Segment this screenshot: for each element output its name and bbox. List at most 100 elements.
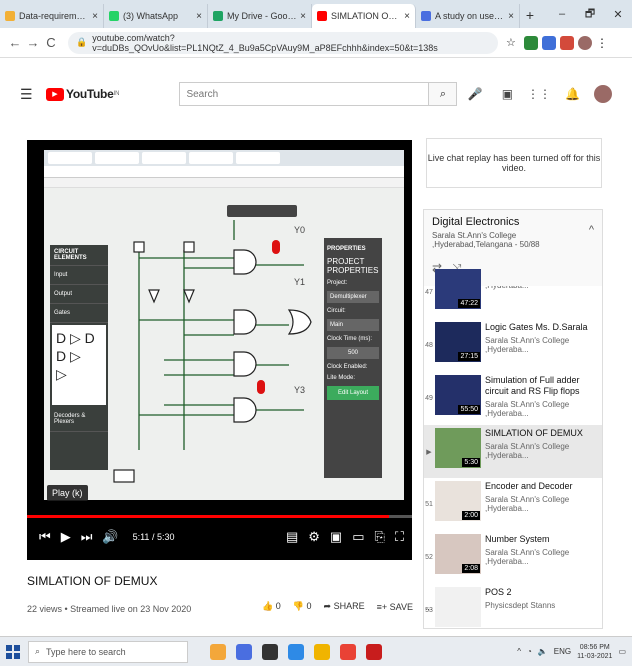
- close-tab-icon[interactable]: ×: [196, 11, 202, 22]
- playlist-item[interactable]: 49 55:50 Simulation of Full adder circuit …: [424, 372, 602, 425]
- playlist-item-info: SIMLATION OF DEMUX Sarala St.Ann's Colleg…: [485, 428, 599, 460]
- volume-icon[interactable]: 🔊: [102, 529, 118, 545]
- playlist-title[interactable]: Digital Electronics: [432, 216, 594, 228]
- browser-tab[interactable]: (3) WhatsApp ×: [104, 4, 208, 28]
- new-tab-button[interactable]: +: [520, 4, 540, 28]
- taskbar-app-icon[interactable]: [314, 643, 330, 660]
- player-right-controls: ▤ ⚙ ▣ ▭ ⎘ ⛶: [286, 529, 404, 545]
- video-thumbnail[interactable]: 47:22: [435, 269, 481, 309]
- video-thumbnail[interactable]: 55:50: [435, 375, 481, 415]
- playlist-item-channel: Sarala St.Ann's College ,Hyderaba...: [485, 400, 570, 418]
- duration-badge: 47:22: [458, 299, 480, 308]
- like-button[interactable]: 👍 0: [262, 601, 281, 612]
- save-button[interactable]: ≡+ SAVE: [377, 602, 413, 612]
- project-value: Demultiplexer: [327, 291, 379, 303]
- playlist-index: 51: [425, 501, 433, 508]
- duration-badge: 5:30: [462, 458, 480, 467]
- reload-icon[interactable]: C: [42, 35, 60, 50]
- microphone-icon[interactable]: 🎤: [467, 87, 482, 101]
- video-thumbnail[interactable]: 5:30: [435, 428, 481, 468]
- playlist-item[interactable]: 53 POS 2 Physicsdept Stanns: [424, 584, 602, 628]
- video-progress-bar[interactable]: [27, 515, 412, 518]
- video-thumbnail[interactable]: 2:00: [435, 481, 481, 521]
- extension-icon[interactable]: [542, 35, 556, 50]
- taskbar-search-input[interactable]: ⌕ Type here to search: [28, 640, 188, 663]
- forward-arrow-icon[interactable]: →: [24, 35, 42, 50]
- search-button[interactable]: ⌕: [429, 82, 458, 106]
- search-input[interactable]: Search: [179, 82, 430, 106]
- restore-button[interactable]: 🗗: [576, 5, 604, 24]
- video-player[interactable]: CIRCUIT ELEMENTS Input Output Gates D ▷ …: [27, 140, 412, 560]
- save-label: SAVE: [389, 601, 413, 612]
- youtube-header: ☰ ▶ YouTube IN Search ⌕ 🎤 ▣ ⋮⋮ 🔔: [0, 74, 632, 114]
- taskbar-app-icon[interactable]: [236, 643, 252, 660]
- apps-grid-icon[interactable]: ⋮⋮: [527, 87, 551, 101]
- playlist-item[interactable]: ▶ 5:30 SIMLATION OF DEMUX Sarala St.Ann's C…: [424, 425, 602, 478]
- close-tab-icon[interactable]: ×: [508, 11, 514, 22]
- video-thumbnail[interactable]: 2:08: [435, 534, 481, 574]
- browser-tab[interactable]: My Drive - Google Drive×: [208, 4, 312, 28]
- playlist-item[interactable]: 48 27:15 Logic Gates Ms. D.Sarala Sarala St…: [424, 319, 602, 372]
- star-icon[interactable]: ☆: [506, 36, 520, 50]
- duration-badge: 55:50: [458, 405, 480, 414]
- close-window-button[interactable]: ✕: [604, 8, 632, 21]
- taskbar-app-icon[interactable]: [288, 643, 304, 660]
- volume-icon[interactable]: 🔈: [538, 647, 548, 656]
- browser-tab[interactable]: SIMLATION OF DEMUX - YouT×: [312, 4, 416, 28]
- notifications-bell-icon[interactable]: 🔔: [565, 87, 580, 101]
- tab-favicon-icon: [421, 11, 431, 21]
- create-video-icon[interactable]: ▣: [502, 87, 513, 101]
- close-tab-icon[interactable]: ×: [300, 11, 306, 22]
- notification-center-icon[interactable]: ▭: [618, 647, 626, 656]
- settings-gear-icon[interactable]: ⚙: [308, 529, 320, 545]
- play-icon[interactable]: ▶: [61, 529, 71, 545]
- extension-icon[interactable]: [560, 35, 574, 50]
- url-field[interactable]: 🔒 youtube.com/watch?v=duDBs_QOvUo&list=P…: [68, 31, 498, 54]
- hamburger-menu-icon[interactable]: ☰: [20, 86, 42, 103]
- project-label: Project:: [327, 280, 348, 286]
- taskbar-app-icon[interactable]: [262, 643, 278, 660]
- theater-mode-icon[interactable]: ▭: [352, 529, 364, 545]
- clock-enabled-label: Clock Enabled:: [327, 364, 368, 370]
- video-thumbnail[interactable]: [435, 587, 481, 627]
- browser-tab[interactable]: A study on useful technologie×: [416, 4, 520, 28]
- next-icon[interactable]: ⏭: [81, 529, 93, 545]
- browser-tab[interactable]: Data-requirement-Website×: [0, 4, 104, 28]
- playlist-subtitle: Sarala St.Ann's College ,Hyderabad,Telan…: [432, 231, 540, 249]
- youtube-logo[interactable]: ▶ YouTube IN: [46, 87, 119, 101]
- extension-icon[interactable]: [524, 35, 538, 50]
- menu-dots-icon[interactable]: ⋮: [596, 36, 610, 50]
- captions-icon[interactable]: ▤: [286, 529, 298, 545]
- wifi-icon[interactable]: ◔: [527, 647, 532, 656]
- previous-icon[interactable]: ⏮: [39, 529, 51, 545]
- playlist-item-title: Simulation of Full adder circuit and RS …: [485, 375, 580, 396]
- taskbar-app-icon[interactable]: [340, 643, 356, 660]
- close-tab-icon[interactable]: ×: [92, 11, 98, 22]
- playlist-item[interactable]: 51 2:00 Encoder and Decoder Sarala St.Ann's…: [424, 478, 602, 531]
- chevron-up-icon[interactable]: ^: [589, 224, 594, 236]
- clock-time-value: 500: [327, 347, 379, 359]
- output-labels: Y0 Y1 Y2 Y3: [294, 225, 305, 395]
- miniplayer-icon[interactable]: ▣: [330, 529, 342, 545]
- profile-icon[interactable]: [578, 35, 592, 50]
- dislike-button[interactable]: 👎 0: [293, 601, 312, 612]
- clock[interactable]: 08:56 PM 11-03-2021: [577, 643, 612, 661]
- system-tray: ^ ◔ 🔈 ENG 08:56 PM 11-03-2021 ▭: [517, 643, 626, 661]
- share-button[interactable]: ➦ SHARE: [324, 601, 365, 612]
- language-indicator[interactable]: ENG: [554, 647, 571, 656]
- back-arrow-icon[interactable]: ←: [6, 35, 24, 50]
- taskbar-app-icon[interactable]: [366, 643, 382, 660]
- circuit-value: Main: [327, 319, 379, 331]
- close-tab-icon[interactable]: ×: [404, 11, 410, 22]
- avatar[interactable]: [594, 85, 612, 103]
- minimize-button[interactable]: –: [548, 8, 576, 20]
- live-chat-notice: Live chat replay has been turned off for…: [426, 138, 602, 188]
- cast-icon[interactable]: ⎘: [374, 529, 384, 545]
- playlist-item[interactable]: 52 2:08 Number System Sarala St.Ann's Colle…: [424, 531, 602, 584]
- tray-chevron-icon[interactable]: ^: [517, 647, 521, 656]
- playlist-index: 53: [425, 607, 433, 614]
- video-thumbnail[interactable]: 27:15: [435, 322, 481, 362]
- taskbar-app-icon[interactable]: [210, 643, 226, 660]
- fullscreen-icon[interactable]: ⛶: [395, 529, 404, 545]
- windows-start-icon[interactable]: [6, 644, 20, 659]
